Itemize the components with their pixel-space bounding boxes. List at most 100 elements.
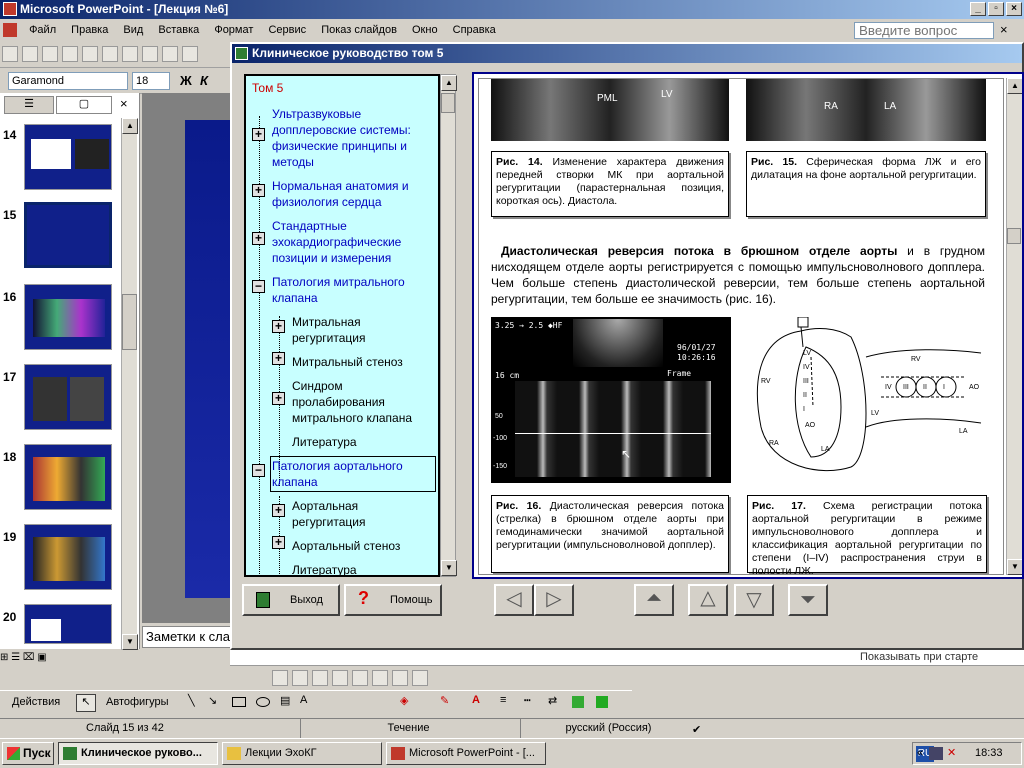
content-scrollbar[interactable]: ▲ ▼ — [1006, 78, 1022, 575]
notes-pane[interactable]: Заметки к сла — [142, 626, 232, 648]
contrast-icon[interactable] — [312, 670, 328, 686]
maximize-button[interactable]: ▫ — [988, 2, 1004, 16]
menu-insert[interactable]: Вставка — [152, 20, 205, 40]
expand-icon[interactable]: + — [272, 536, 285, 549]
slide-thumbnail-16[interactable] — [24, 284, 112, 350]
oval-icon[interactable] — [256, 697, 270, 707]
minimize-button[interactable]: _ — [970, 2, 986, 16]
expand-icon[interactable]: + — [252, 232, 265, 245]
rotate-icon[interactable] — [372, 670, 388, 686]
autoshapes-menu[interactable]: Автофигуры — [106, 696, 169, 708]
open-icon[interactable] — [22, 46, 38, 62]
fill-color-icon[interactable]: ◈ — [400, 694, 408, 707]
line-icon[interactable]: ╲ — [188, 694, 195, 707]
toc-item-aortic[interactable]: Патология аортального клапана — [270, 456, 436, 492]
cut-icon[interactable] — [162, 46, 178, 62]
task-folder[interactable]: Лекции ЭхоКГ — [222, 742, 382, 765]
bold-button[interactable]: Ж — [180, 73, 192, 88]
next-section-button[interactable]: ▽ — [734, 584, 774, 616]
task-clinical-guide[interactable]: Клиническое руково... — [58, 742, 218, 765]
slides-tab[interactable]: ▢ — [56, 96, 112, 114]
permission-icon[interactable] — [62, 46, 78, 62]
scroll-up-icon[interactable]: ▲ — [441, 75, 457, 91]
powerpoint-icon[interactable] — [3, 2, 17, 16]
menu-file[interactable]: Файл — [23, 20, 62, 40]
scroll-thumb[interactable] — [122, 294, 137, 350]
scroll-up-icon[interactable]: ▲ — [122, 118, 138, 134]
collapse-icon[interactable]: − — [252, 280, 265, 293]
toc-item-prolapse[interactable]: Синдром пролабирования митрального клапа… — [292, 378, 427, 426]
prev-page-button[interactable]: ◁ — [494, 584, 534, 616]
line-style-icon[interactable] — [392, 670, 408, 686]
menu-slideshow[interactable]: Показ слайдов — [315, 20, 403, 40]
slides-scrollbar[interactable]: ▲ ▼ — [121, 118, 138, 650]
toc-item-mitral[interactable]: Патология митрального клапана — [272, 274, 432, 306]
rectangle-icon[interactable] — [232, 697, 246, 707]
toc-scrollbar[interactable]: ▲ ▼ — [440, 74, 457, 577]
new-icon[interactable] — [2, 46, 18, 62]
scroll-thumb[interactable] — [441, 93, 455, 113]
3d-icon[interactable] — [596, 696, 608, 708]
slide-thumbnail-14[interactable] — [24, 124, 112, 190]
scroll-down-icon[interactable]: ▼ — [1007, 559, 1022, 575]
arrow-tool-icon[interactable]: ↘ — [208, 694, 217, 707]
start-button[interactable]: Пуск — [2, 742, 54, 765]
current-slide[interactable] — [185, 120, 232, 598]
close-button[interactable]: × — [1006, 2, 1022, 16]
menu-edit[interactable]: Правка — [65, 20, 114, 40]
toc-item-mitral-stenosis[interactable]: Митральный стеноз — [292, 354, 432, 370]
arrow-style-icon[interactable]: ⇄ — [548, 694, 557, 707]
expand-icon[interactable]: + — [252, 184, 265, 197]
line-color-icon[interactable]: ✎ — [440, 694, 449, 707]
last-section-button[interactable]: ⏷ — [788, 584, 828, 616]
tray-arrow-icon[interactable]: « — [917, 743, 923, 764]
scroll-up-icon[interactable]: ▲ — [1007, 78, 1022, 94]
wordart-icon[interactable]: A — [300, 694, 307, 706]
close-doc-icon[interactable]: × — [1000, 22, 1008, 37]
outline-tab[interactable]: ☰ — [4, 96, 54, 114]
expand-icon[interactable]: + — [252, 128, 265, 141]
document-icon[interactable] — [3, 23, 17, 38]
preview-icon[interactable] — [122, 46, 138, 62]
view-buttons[interactable]: ⊞ ☰ ⌧ ▣ — [0, 652, 140, 666]
task-powerpoint[interactable]: Microsoft PowerPoint - [... — [386, 742, 546, 765]
expand-icon[interactable]: + — [272, 392, 285, 405]
expand-icon[interactable]: + — [272, 504, 285, 517]
clock[interactable]: 18:33 — [975, 743, 1003, 764]
insert-picture-icon[interactable] — [272, 670, 288, 686]
close-panel-icon[interactable]: × — [120, 96, 128, 111]
menu-format[interactable]: Формат — [208, 20, 259, 40]
toc-item-aortic-stenosis[interactable]: Аортальный стеноз — [292, 538, 432, 554]
font-color-icon[interactable]: A — [472, 694, 480, 706]
toc-item-mitral-regurg[interactable]: Митральная регургитация — [292, 314, 432, 346]
expand-icon[interactable]: + — [272, 352, 285, 365]
pointer-icon[interactable]: ↖ — [76, 694, 96, 712]
next-page-button[interactable]: ▷ — [534, 584, 574, 616]
scroll-thumb[interactable] — [1007, 228, 1021, 244]
actions-menu[interactable]: Действия — [12, 696, 60, 708]
dash-style-icon[interactable]: ┅ — [524, 694, 531, 707]
italic-button[interactable]: К — [200, 73, 208, 88]
menu-window[interactable]: Окно — [406, 20, 444, 40]
font-size-select[interactable]: 18 — [132, 72, 170, 90]
compress-icon[interactable] — [412, 670, 428, 686]
toc-item-literature-2[interactable]: Литература — [292, 562, 357, 575]
toc-item-positions[interactable]: Стандартные эхокардиографические позиции… — [272, 218, 432, 266]
toc-item-literature[interactable]: Литература — [292, 434, 357, 450]
brightness-icon[interactable] — [332, 670, 348, 686]
color-icon[interactable] — [292, 670, 308, 686]
expand-icon[interactable]: + — [272, 320, 285, 333]
slide-thumbnail-20[interactable] — [24, 604, 112, 644]
exit-button[interactable]: Выход — [242, 584, 340, 616]
toc-item-doppler[interactable]: Ультразвуковые допплеровские системы: фи… — [272, 106, 437, 170]
scroll-down-icon[interactable]: ▼ — [122, 634, 138, 650]
toc-item-aortic-regurg[interactable]: Аортальная регургитация — [292, 498, 432, 530]
menu-help[interactable]: Справка — [447, 20, 502, 40]
spelling-icon[interactable] — [142, 46, 158, 62]
scroll-down-icon[interactable]: ▼ — [441, 560, 457, 576]
toc-root[interactable]: Том 5 — [252, 81, 283, 95]
slide-thumbnail-19[interactable] — [24, 524, 112, 590]
prev-section-button[interactable]: △ — [688, 584, 728, 616]
crop-icon[interactable] — [352, 670, 368, 686]
email-icon[interactable] — [82, 46, 98, 62]
